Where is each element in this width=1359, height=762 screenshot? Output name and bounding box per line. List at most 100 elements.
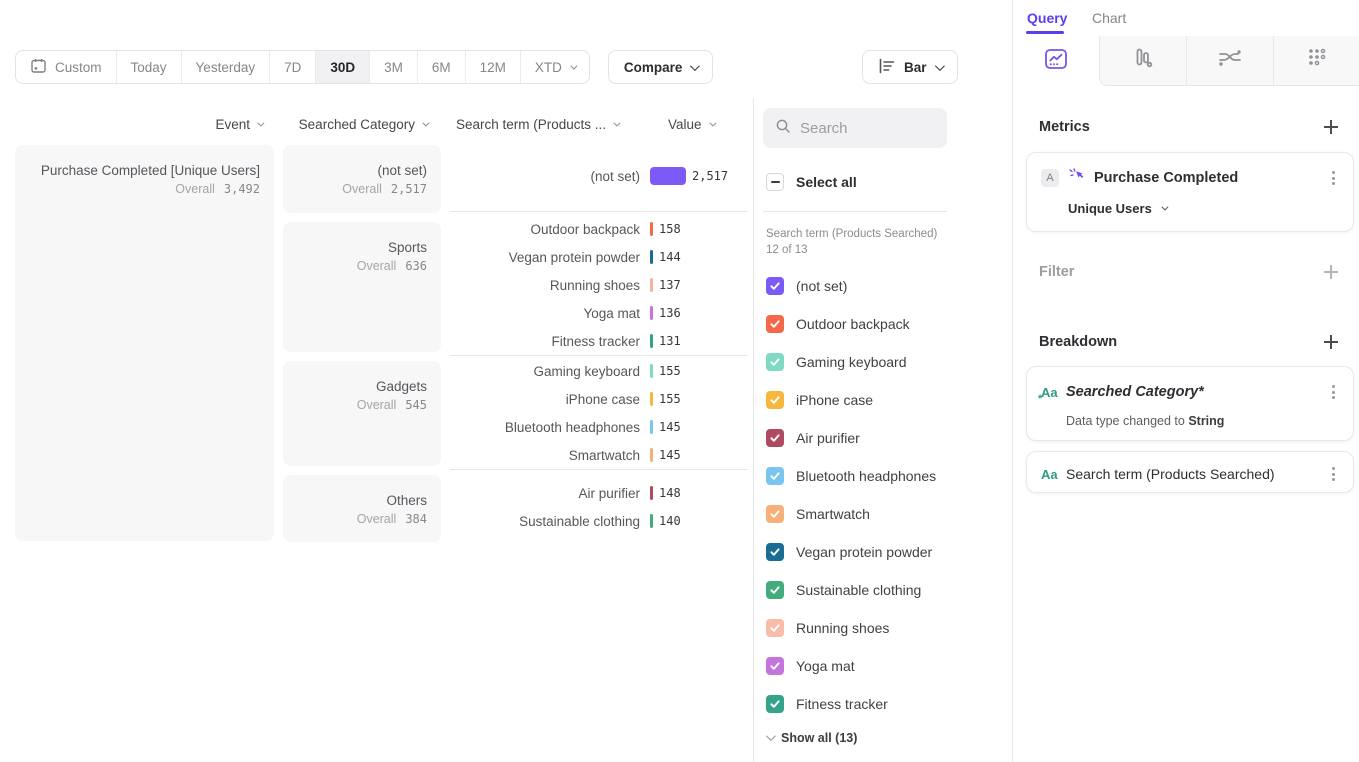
- checkbox-checked-icon: [766, 505, 784, 523]
- breakdown-card-searched-category[interactable]: Aa* Searched Category* Data type changed…: [1026, 366, 1354, 441]
- segment-filter-panel: Select all Search term (Products Searche…: [753, 98, 1012, 762]
- date-range-12m[interactable]: 12M: [466, 51, 521, 83]
- breakdown-menu-kebab-icon[interactable]: [1328, 463, 1339, 485]
- date-range-label: XTD: [535, 60, 562, 75]
- event-cell[interactable]: Purchase Completed [Unique Users] Overal…: [15, 145, 274, 541]
- breakdown-menu-kebab-icon[interactable]: [1328, 381, 1339, 403]
- metrics-heading: Metrics: [1039, 119, 1090, 135]
- table-row[interactable]: Gaming keyboard155: [450, 357, 748, 385]
- category-cell[interactable]: GadgetsOverall545: [283, 361, 441, 466]
- tab-insights[interactable]: [1013, 36, 1099, 86]
- breakdown-card-search-term[interactable]: Aa Search term (Products Searched): [1026, 451, 1354, 493]
- overall-value: 545: [405, 398, 427, 412]
- date-range-30d[interactable]: 30D: [316, 51, 370, 83]
- filter-item-running-shoes[interactable]: Running shoes: [766, 609, 936, 647]
- date-range-custom[interactable]: Custom: [16, 51, 117, 83]
- filter-item-label: Air purifier: [796, 430, 860, 446]
- calendar-icon: [30, 57, 47, 77]
- overall-label: Overall: [357, 259, 397, 273]
- tab-query[interactable]: Query: [1027, 10, 1067, 26]
- date-range-label: Yesterday: [196, 60, 256, 75]
- table-row[interactable]: Smartwatch145: [450, 441, 748, 469]
- search-input[interactable]: [800, 120, 930, 137]
- date-range-3m[interactable]: 3M: [370, 51, 418, 83]
- date-range-label: 30D: [330, 60, 355, 75]
- search-box[interactable]: [763, 108, 947, 148]
- value-text: 145: [659, 420, 681, 434]
- filter-item-outdoor-backpack[interactable]: Outdoor backpack: [766, 305, 936, 343]
- filter-item--not-set-[interactable]: (not set): [766, 267, 936, 305]
- chevron-down-icon: [766, 731, 776, 741]
- table-row[interactable]: Fitness tracker131: [450, 327, 748, 355]
- column-header-category[interactable]: Searched Category: [283, 117, 427, 132]
- overall-label: Overall: [357, 512, 397, 526]
- metric-menu-kebab-icon[interactable]: [1328, 167, 1339, 189]
- tab-retention[interactable]: [1273, 36, 1359, 86]
- date-range-7d[interactable]: 7D: [270, 51, 316, 83]
- column-header-value[interactable]: Value: [668, 117, 714, 132]
- tab-chart[interactable]: Chart: [1092, 10, 1126, 26]
- table-row[interactable]: Vegan protein powder144: [450, 243, 748, 271]
- filter-item-iphone-case[interactable]: iPhone case: [766, 381, 936, 419]
- value-bar: [650, 222, 653, 236]
- category-name: Others: [295, 492, 427, 510]
- overall-label: Overall: [342, 182, 382, 196]
- category-overall: Overall384: [295, 512, 427, 526]
- flows-icon: [1217, 47, 1243, 74]
- chevron-down-icon: [613, 120, 620, 127]
- term-group-section: Outdoor backpack158Vegan protein powder1…: [450, 212, 748, 356]
- table-row[interactable]: Bluetooth headphones 145: [450, 413, 748, 441]
- table-row[interactable]: iPhone case155: [450, 385, 748, 413]
- value-bar: [650, 420, 653, 434]
- metric-name: Purchase Completed: [1094, 170, 1238, 186]
- filter-item-gaming-keyboard[interactable]: Gaming keyboard: [766, 343, 936, 381]
- column-header-term[interactable]: Search term (Products ...: [456, 117, 618, 132]
- filter-item-yoga-mat[interactable]: Yoga mat: [766, 647, 936, 685]
- funnels-icon: [1131, 47, 1155, 74]
- filter-item-vegan-protein-powder[interactable]: Vegan protein powder: [766, 533, 936, 571]
- table-row[interactable]: (not set)2,517: [450, 162, 748, 190]
- category-cell[interactable]: SportsOverall636: [283, 222, 441, 352]
- column-header-event[interactable]: Event: [15, 117, 262, 132]
- chart-type-button[interactable]: Bar: [862, 50, 958, 84]
- table-row[interactable]: Outdoor backpack158: [450, 215, 748, 243]
- term-label: iPhone case: [450, 392, 640, 407]
- value-bar: [650, 334, 653, 348]
- filter-item-sustainable-clothing[interactable]: Sustainable clothing: [766, 571, 936, 609]
- category-name: (not set): [295, 162, 427, 180]
- value-text: 140: [659, 514, 681, 528]
- filter-item-air-purifier[interactable]: Air purifier: [766, 419, 936, 457]
- chevron-down-icon: [1161, 204, 1168, 211]
- add-breakdown-button[interactable]: [1323, 334, 1339, 350]
- date-range-xtd[interactable]: XTD: [521, 51, 589, 83]
- term-label: Bluetooth headphones: [450, 420, 640, 435]
- date-range-yesterday[interactable]: Yesterday: [182, 51, 271, 83]
- date-range-6m[interactable]: 6M: [418, 51, 466, 83]
- aggregation-dropdown[interactable]: Unique Users: [1068, 201, 1339, 216]
- category-cell[interactable]: Others Overall384: [283, 475, 441, 542]
- tab-funnels[interactable]: [1099, 36, 1186, 86]
- date-range-today[interactable]: Today: [117, 51, 182, 83]
- add-metric-button[interactable]: [1323, 119, 1339, 135]
- checkbox-checked-icon: [766, 353, 784, 371]
- show-all-button[interactable]: Show all (13): [766, 731, 857, 745]
- table-row[interactable]: Sustainable clothing140: [450, 507, 748, 535]
- value-text: 144: [659, 250, 681, 264]
- chevron-down-icon: [690, 61, 700, 71]
- add-filter-button[interactable]: [1323, 264, 1339, 280]
- category-cell[interactable]: (not set)Overall2,517: [283, 145, 441, 213]
- filter-item-label: Bluetooth headphones: [796, 468, 936, 484]
- table-row[interactable]: Running shoes137: [450, 271, 748, 299]
- filter-item-bluetooth-headphones[interactable]: Bluetooth headphones: [766, 457, 936, 495]
- metric-card[interactable]: A Purchase Completed Unique Users: [1026, 152, 1354, 232]
- tab-flows[interactable]: [1186, 36, 1273, 86]
- filter-item-smartwatch[interactable]: Smartwatch: [766, 495, 936, 533]
- table-row[interactable]: Yoga mat136: [450, 299, 748, 327]
- select-all-checkbox[interactable]: Select all: [766, 173, 857, 191]
- term-group-section: (not set)2,517: [450, 145, 748, 212]
- compare-button[interactable]: Compare: [608, 50, 714, 84]
- term-label: Running shoes: [450, 278, 640, 293]
- filter-item-fitness-tracker[interactable]: Fitness tracker: [766, 685, 936, 723]
- value-text: 155: [659, 364, 681, 378]
- table-row[interactable]: Air purifier148: [450, 479, 748, 507]
